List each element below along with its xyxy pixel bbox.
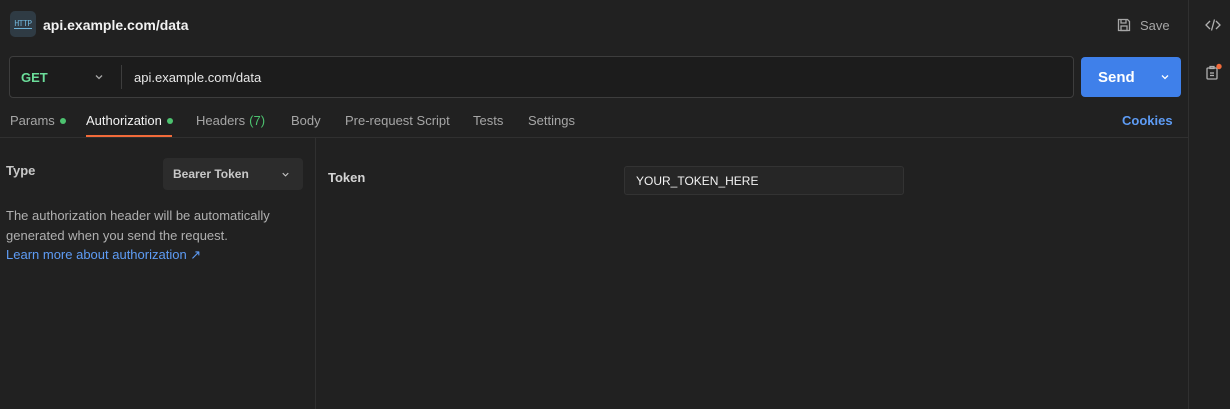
chevron-down-icon — [95, 75, 103, 80]
tab-body[interactable]: Body — [291, 104, 321, 137]
tab-headers[interactable]: Headers (7) — [196, 104, 265, 137]
method-dropdown[interactable]: GET — [10, 57, 121, 97]
learn-more-link[interactable]: Learn more about authorization ↗ — [6, 246, 201, 264]
type-label: Type — [6, 163, 36, 178]
request-title[interactable]: api.example.com/data — [43, 17, 189, 33]
url-bar: GET — [9, 56, 1074, 98]
tab-label: Authorization — [86, 113, 162, 128]
documentation-icon[interactable] — [1203, 62, 1223, 82]
cookies-link[interactable]: Cookies — [1122, 104, 1173, 137]
request-header: HTTP api.example.com/data Save — [0, 0, 1188, 50]
notification-dot — [1216, 63, 1222, 70]
tab-label: Pre-request Script — [345, 113, 450, 128]
token-input[interactable] — [624, 166, 904, 195]
auth-type-pane: Type Bearer Token The authorization head… — [0, 138, 316, 409]
send-button[interactable]: Send — [1081, 57, 1181, 97]
auth-description: The authorization header will be automat… — [6, 208, 270, 243]
active-tab-indicator — [86, 135, 172, 137]
divider — [121, 65, 122, 89]
save-label: Save — [1140, 17, 1170, 33]
auth-type-value: Bearer Token — [173, 167, 249, 181]
request-tabs: Params Authorization Headers (7) Body Pre… — [0, 104, 1188, 138]
tab-label: Body — [291, 113, 321, 128]
tab-label: Headers — [196, 113, 246, 128]
tab-settings[interactable]: Settings — [528, 104, 575, 137]
auth-details-pane: Token — [316, 138, 1188, 409]
status-dot — [166, 117, 173, 124]
http-icon-text: HTTP — [14, 19, 32, 29]
tab-pre-request-script[interactable]: Pre-request Script — [345, 104, 450, 137]
tab-label: Settings — [528, 113, 575, 128]
tab-params[interactable]: Params — [10, 104, 66, 137]
tab-authorization[interactable]: Authorization — [86, 104, 173, 137]
save-icon — [1117, 18, 1131, 32]
http-icon: HTTP — [10, 11, 36, 37]
method-label: GET — [21, 69, 48, 85]
token-label: Token — [328, 170, 366, 185]
url-input[interactable] — [123, 57, 1071, 97]
chevron-down-icon[interactable] — [1159, 71, 1171, 83]
tab-tests[interactable]: Tests — [473, 104, 503, 137]
send-label: Send — [1098, 69, 1135, 86]
code-icon[interactable] — [1203, 15, 1223, 35]
tab-label: Tests — [473, 113, 504, 128]
auth-type-dropdown[interactable]: Bearer Token — [163, 158, 303, 190]
headers-count: (7) — [249, 113, 266, 128]
tab-label: Params — [10, 113, 55, 128]
request-editor: HTTP api.example.com/data Save GET Send … — [0, 0, 1188, 409]
save-button[interactable]: Save — [1110, 12, 1176, 38]
chevron-down-icon — [282, 172, 289, 177]
status-dot — [59, 117, 66, 124]
